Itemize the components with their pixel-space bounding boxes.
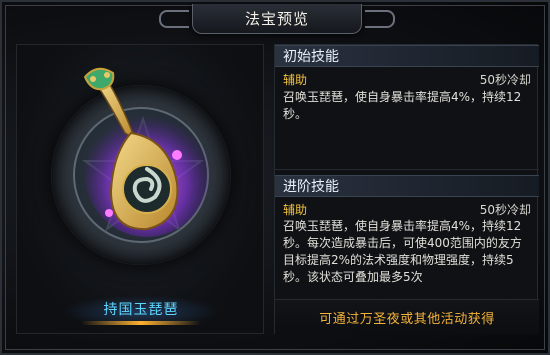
initial-skill-heading: 初始技能 (275, 45, 539, 67)
item-preview-panel: 持国玉琵琶 (16, 44, 264, 334)
initial-skill-cooldown: 50秒冷却 (479, 73, 531, 87)
initial-skill-type: 辅助 (283, 73, 308, 87)
initial-skill-description: 召唤玉琵琶，使自身暴击率提高4%，持续12秒。 (283, 90, 522, 121)
advanced-skill-heading: 进阶技能 (275, 175, 539, 197)
advanced-skill-cooldown: 50秒冷却 (479, 203, 531, 217)
obtain-text: 可通过万圣夜或其他活动获得 (319, 312, 495, 327)
advanced-skill-description: 召唤玉琵琶，使自身暴击率提高4%，持续12秒。每次造成暴击后，可使400范围内的… (283, 219, 522, 284)
initial-skill-meta: 辅助 50秒冷却 (283, 71, 531, 88)
obtain-info: 可通过万圣夜或其他活动获得 (275, 299, 539, 335)
section-divider (275, 169, 539, 170)
advanced-skill-meta: 辅助 50秒冷却 (283, 201, 531, 218)
item-name-plate: 持国玉琵琶 (61, 295, 221, 323)
skill-info-panel: 初始技能 辅助 50秒冷却 召唤玉琵琶，使自身暴击率提高4%，持续12秒。 进阶… (274, 44, 539, 335)
item-name: 持国玉琵琶 (103, 302, 179, 318)
advanced-skill-type: 辅助 (283, 203, 308, 217)
item-name-underline (81, 321, 201, 325)
pipa-lute-icon (83, 67, 209, 237)
title-banner: 法宝预览 (159, 4, 395, 34)
window-title: 法宝预览 (244, 10, 309, 28)
preview-window: 法宝预览 持国玉琵琶 初始技能 辅助 50秒冷却 召唤玉琵琶，使自身暴击率提高4… (0, 0, 550, 355)
